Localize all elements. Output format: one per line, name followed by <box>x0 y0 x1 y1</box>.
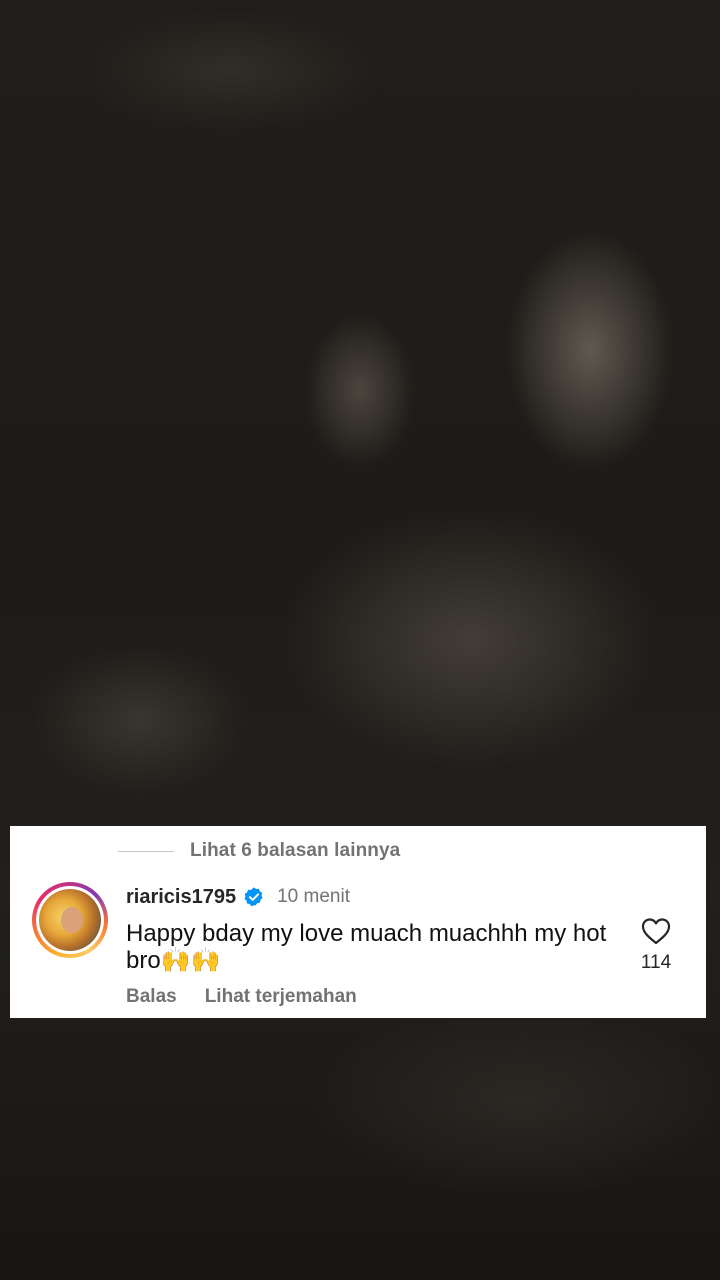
heart-outline-icon[interactable] <box>640 916 672 946</box>
avatar[interactable] <box>32 882 108 958</box>
comment-card: Lihat 6 balasan lainnya riaricis1795 10 … <box>10 826 706 1018</box>
replies-divider-line <box>118 850 174 852</box>
view-more-replies-button[interactable]: Lihat 6 balasan lainnya <box>118 838 400 864</box>
view-more-replies-label: Lihat 6 balasan lainnya <box>190 840 401 861</box>
comment-timestamp: 10 menit <box>277 886 350 907</box>
see-translation-button[interactable]: Lihat terjemahan <box>205 986 357 1008</box>
blurred-video-background <box>0 0 720 1280</box>
username[interactable]: riaricis1795 <box>126 886 236 909</box>
comment-text: Happy bday my love muach muachhh my hot … <box>126 920 607 974</box>
comment-actions: Balas Lihat terjemahan <box>126 984 385 1010</box>
reply-button[interactable]: Balas <box>126 986 177 1008</box>
like-count: 114 <box>640 952 672 973</box>
comment-header: riaricis1795 10 menit <box>126 884 350 910</box>
avatar-photo <box>39 889 101 951</box>
verified-badge-icon <box>244 887 263 907</box>
